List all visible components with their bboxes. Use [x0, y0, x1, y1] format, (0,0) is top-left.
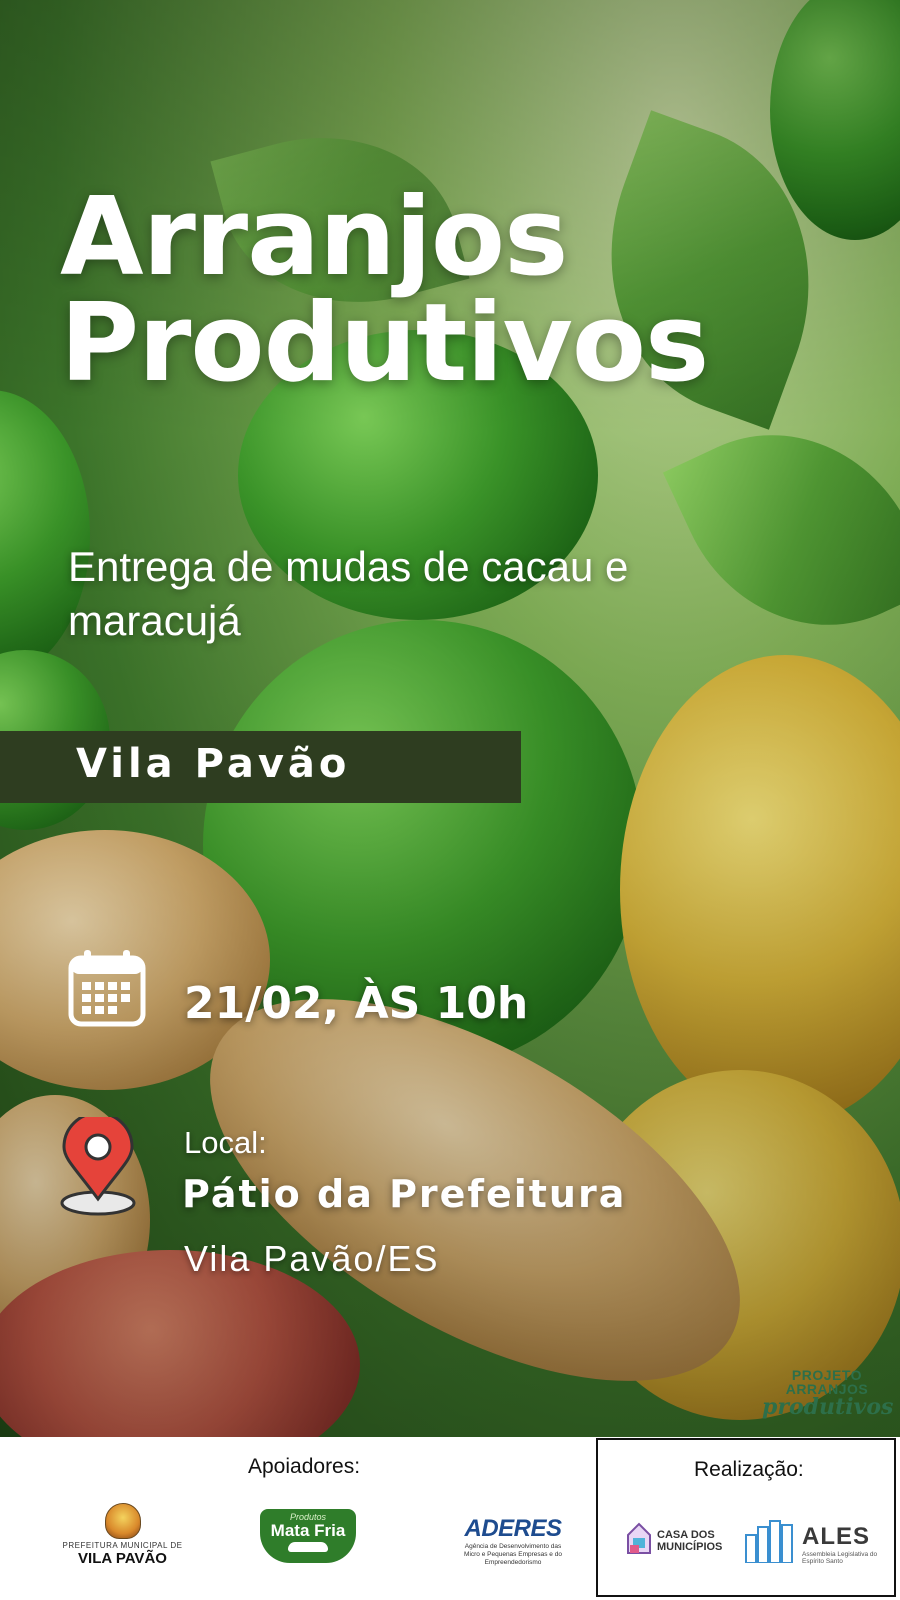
aderes-sub: Agência de Desenvolvimento das Micro e P…: [464, 1543, 562, 1566]
aderes-logo: ADERES Agência de Desenvolvimento das Mi…: [458, 1515, 568, 1567]
location-label: Local:: [184, 1125, 267, 1160]
poster-title: Arranjos Produtivos: [60, 175, 709, 406]
crest-icon: [104, 1503, 141, 1539]
vila-pavao-big: VILA PAVÃO: [78, 1550, 167, 1567]
title-line-2: Produtivos: [60, 281, 709, 406]
building-icon: [745, 1520, 793, 1563]
map-pin-icon: [60, 1117, 136, 1216]
vila-pavao-logo: PREFEITURA MUNICIPAL DE VILA PAVÃO: [60, 1503, 185, 1567]
casa-line-2: MUNICÍPIOS: [657, 1541, 723, 1553]
location-city: Vila Pavão/ES: [184, 1238, 440, 1279]
sponsors-footer: Apoiadores: PREFEITURA MUNICIPAL DE VILA…: [0, 1437, 900, 1600]
title-line-1: Arranjos: [60, 175, 568, 300]
mata-fria-logo: Produtos Mata Fria: [260, 1509, 356, 1563]
ales-big: ALES: [802, 1523, 871, 1550]
project-logo-top: PROJETO ARRANJOS: [785, 1367, 869, 1397]
aderes-big: ADERES: [464, 1515, 562, 1542]
location-band-text: Vila Pavão: [76, 741, 351, 787]
ales-sub: Assembleia Legislativa do Espírito Santo: [802, 1551, 878, 1565]
location-name: Pátio da Prefeitura: [182, 1172, 627, 1216]
supporters-label: Apoiadores:: [248, 1455, 361, 1478]
event-date-time: 21/02, ÀS 10h: [184, 978, 529, 1029]
project-logo: PROJETO ARRANJOS produtivos: [762, 1367, 894, 1420]
casa-line-1: CASA DOS: [657, 1529, 715, 1541]
house-icon: [627, 1522, 651, 1554]
location-band: Vila Pavão: [0, 731, 521, 803]
poster-background: Arranjos Produtivos Entrega de mudas de …: [0, 0, 900, 1437]
ales-logo: ALES Assembleia Legislativa do Espírito …: [744, 1519, 884, 1569]
realization-box: Realização:: [596, 1438, 896, 1597]
basket-icon: [288, 1542, 328, 1552]
casa-text: CASA DOS MUNICÍPIOS: [657, 1529, 722, 1553]
mata-fria-big: Mata Fria: [270, 1521, 346, 1540]
calendar-icon: [68, 950, 146, 1027]
realization-label: Realização:: [694, 1458, 804, 1481]
casa-dos-municipios-logo: CASA DOS MUNICÍPIOS: [626, 1521, 736, 1565]
subtitle: Entrega de mudas de cacau e maracujá: [68, 543, 629, 644]
project-logo-bottom: produtivos: [762, 1394, 894, 1420]
vila-pavao-small: PREFEITURA MUNICIPAL DE: [62, 1541, 183, 1550]
